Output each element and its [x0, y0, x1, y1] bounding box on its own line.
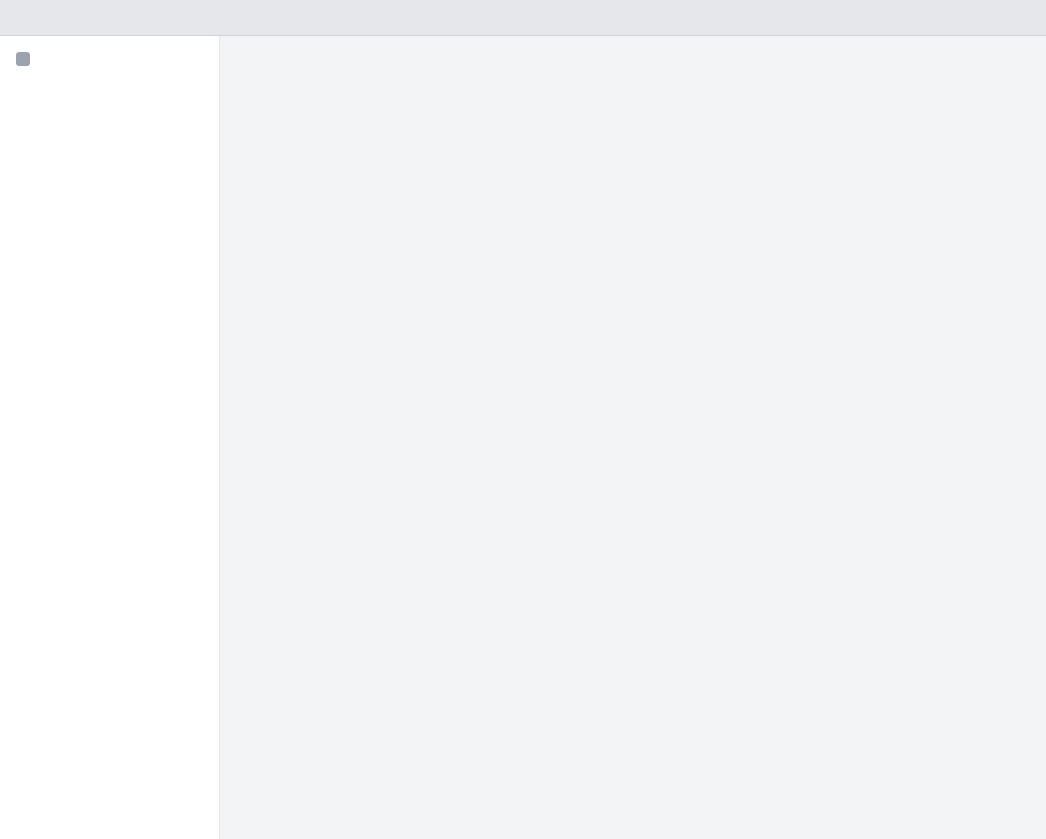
sidebar	[0, 36, 220, 839]
app-window	[0, 0, 1046, 839]
main-content	[220, 36, 1046, 839]
placeholder-icon	[16, 52, 30, 66]
title-bar	[0, 0, 1046, 36]
window-body	[0, 36, 1046, 839]
sidebar-item[interactable]	[0, 44, 219, 74]
